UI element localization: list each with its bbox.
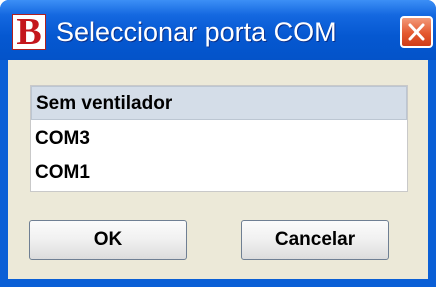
list-item-com1[interactable]: COM1 (31, 156, 407, 190)
title-bar[interactable]: B Seleccionar porta COM (0, 0, 436, 60)
list-item-com3[interactable]: COM3 (31, 122, 407, 156)
window-title: Seleccionar porta COM (56, 17, 337, 47)
list-item-sem-ventilador[interactable]: Sem ventilador (31, 86, 407, 120)
ok-button[interactable]: OK (29, 220, 187, 260)
app-logo-icon: B (12, 11, 46, 53)
cancel-button[interactable]: Cancelar (241, 220, 389, 260)
app-logo-letter: B (16, 11, 42, 53)
dialog-content: Sem ventilador COM3 COM1 OK Cancelar (8, 60, 428, 279)
close-button[interactable] (400, 16, 433, 48)
dialog-window: B Seleccionar porta COM Sem ventilador C… (0, 0, 436, 287)
close-x-icon (408, 23, 425, 41)
window-bottom-border (0, 279, 436, 287)
com-port-list[interactable]: Sem ventilador COM3 COM1 (30, 85, 408, 192)
